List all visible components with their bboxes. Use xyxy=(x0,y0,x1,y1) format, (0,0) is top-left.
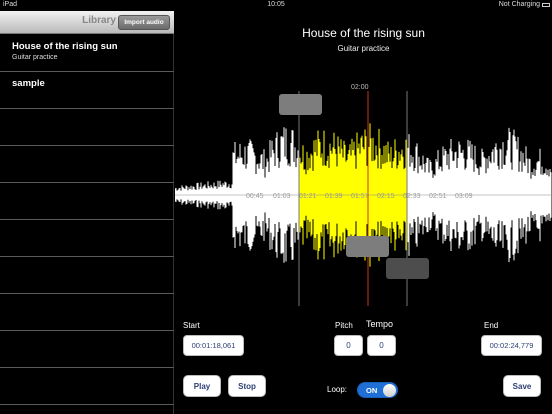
list-item-empty xyxy=(0,257,174,294)
tick-label: 01:39 xyxy=(325,193,343,200)
list-item-title: House of the rising sun xyxy=(12,41,118,52)
song-title: House of the rising sun xyxy=(302,26,425,40)
list-item-empty xyxy=(0,146,174,183)
tick-label: 02:51 xyxy=(429,193,447,200)
toggle-knob xyxy=(383,384,396,397)
tick-label: 00:45 xyxy=(246,193,264,200)
battery-icon xyxy=(542,3,550,7)
tick-label: 01:57 xyxy=(351,193,369,200)
stop-button[interactable]: Stop xyxy=(228,375,266,397)
start-label: Start xyxy=(183,321,200,330)
import-audio-button[interactable]: Import audio xyxy=(118,15,170,30)
list-item[interactable]: sample xyxy=(0,72,174,109)
status-time: 10:05 xyxy=(267,1,285,8)
save-button[interactable]: Save xyxy=(503,375,541,397)
charging-status: Not Charging xyxy=(498,1,540,8)
list-item-empty xyxy=(0,368,174,405)
loop-label: Loop: xyxy=(327,385,348,394)
tick-label: 01:21 xyxy=(299,193,317,200)
list-item-empty xyxy=(0,109,174,146)
pitch-label: Pitch xyxy=(335,321,353,330)
library-sidebar: Library Import audio House of the rising… xyxy=(0,11,174,414)
end-handle[interactable] xyxy=(386,258,429,279)
list-item-empty xyxy=(0,331,174,368)
list-item-empty xyxy=(0,220,174,257)
tick-labels: 00:45 01:03 01:21 01:39 01:57 02:15 02:33 02:51… xyxy=(246,193,473,200)
tick-label: 03:09 xyxy=(455,193,473,200)
list-item-empty xyxy=(0,294,174,331)
pitch-field[interactable]: 0 xyxy=(334,335,363,356)
main-panel: House of the rising sun Guitar practice … xyxy=(175,11,552,414)
play-button[interactable]: Play xyxy=(183,375,221,397)
status-bar: iPad 10:05 Not Charging xyxy=(0,0,552,11)
playhead-handle[interactable] xyxy=(346,236,389,257)
tick-label: 02:15 xyxy=(377,193,395,200)
list-item-empty xyxy=(0,183,174,220)
tick-label: 01:03 xyxy=(273,193,291,200)
library-header: Library Import audio xyxy=(0,11,174,34)
tempo-field[interactable]: 0 xyxy=(367,335,396,356)
waveform[interactable]: 00:45 01:03 01:21 01:39 01:57 02:15 02:33 02:51… xyxy=(175,91,552,311)
tick-label: 02:33 xyxy=(403,193,421,200)
library-title: Library xyxy=(82,15,116,26)
end-label: End xyxy=(484,321,499,330)
start-handle[interactable] xyxy=(279,94,322,115)
start-time-field[interactable]: 00:01:18,061 xyxy=(183,335,244,356)
tempo-label: Tempo xyxy=(366,319,394,329)
library-list: House of the rising sun Guitar practice … xyxy=(0,35,174,405)
list-item-subtitle: Guitar practice xyxy=(12,54,58,61)
playhead-time-label: 02:00 xyxy=(351,84,369,91)
list-item[interactable]: House of the rising sun Guitar practice xyxy=(0,35,174,72)
loop-toggle[interactable]: ON xyxy=(357,382,398,398)
end-time-field[interactable]: 00:02:24,779 xyxy=(481,335,542,356)
song-subtitle: Guitar practice xyxy=(337,44,390,53)
list-item-title: sample xyxy=(12,78,45,89)
loop-toggle-state: ON xyxy=(366,386,378,395)
